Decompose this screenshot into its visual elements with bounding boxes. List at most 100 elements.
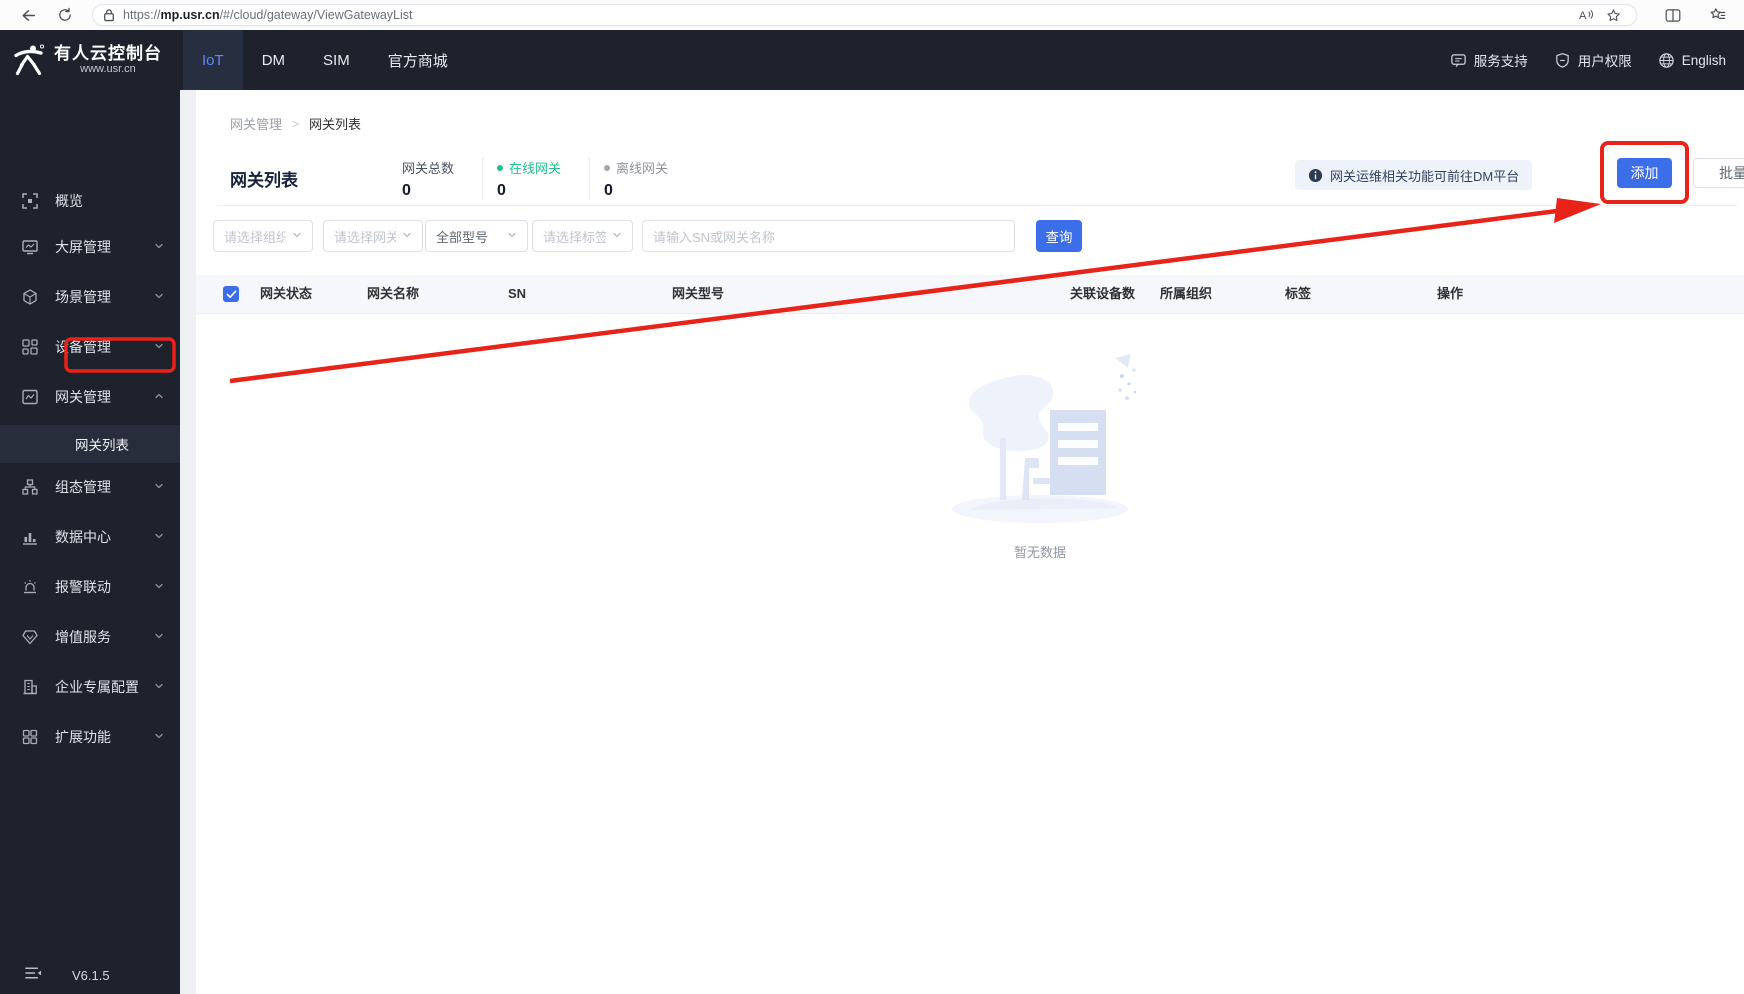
logo-subtitle: www.usr.cn [80, 63, 136, 75]
stat-label: 网关总数 [402, 161, 455, 176]
chevron-down-icon [154, 288, 164, 306]
sidebar-collapse-icon[interactable] [25, 966, 42, 985]
enterprise-icon [21, 678, 39, 696]
nav-tab-sim[interactable]: SIM [304, 30, 369, 90]
chevron-down-icon [507, 227, 517, 245]
chevron-down-icon [612, 227, 622, 245]
favorite-star-icon[interactable] [1600, 5, 1626, 25]
address-bar[interactable]: https://mp.usr.cn/#/cloud/gateway/ViewGa… [92, 4, 1637, 26]
overview-icon [21, 192, 39, 210]
header-item-服务支持[interactable]: 服务支持 [1450, 50, 1528, 70]
collections-icon[interactable] [1703, 2, 1731, 28]
filter-select-请选择组织[interactable]: 请选择组织 [213, 220, 313, 252]
filter-select-全部型号[interactable]: 全部型号 [425, 220, 528, 252]
status-dot [497, 164, 504, 171]
filter-placeholder: 请输入SN或网关名称 [653, 229, 776, 245]
url-text: https://mp.usr.cn/#/cloud/gateway/ViewGa… [123, 8, 413, 22]
version-label: V6.1.5 [72, 967, 110, 983]
column-header-标签: 标签 [1285, 286, 1312, 301]
alarm-icon [21, 578, 39, 596]
nav-tab-官方商城[interactable]: 官方商城 [369, 30, 467, 90]
batch-add-button[interactable]: 批量添加 [1693, 158, 1744, 188]
add-button[interactable]: 添加 [1617, 158, 1672, 188]
notice-text: 网关运维相关功能可前往DM平台 [1330, 168, 1520, 184]
logo[interactable]: 有人云控制台 www.usr.cn [12, 30, 162, 90]
nav-tab-iot[interactable]: IoT [183, 30, 243, 90]
stat-value: 0 [497, 182, 506, 199]
select-all-checkbox[interactable] [223, 286, 239, 302]
split-screen-icon[interactable] [1659, 2, 1687, 28]
sidebar-item-数据中心[interactable]: 数据中心 [0, 512, 180, 562]
nav-tab-dm[interactable]: DM [243, 30, 304, 90]
back-icon[interactable] [12, 2, 42, 28]
header-item-label: 服务支持 [1473, 54, 1528, 69]
filter-select-请选择网关状态[interactable]: 请选择网关状态 [323, 220, 423, 252]
filter-placeholder: 请选择网关状态 [334, 229, 396, 245]
chevron-down-icon [154, 578, 164, 596]
breadcrumb-item-网关管理[interactable]: 网关管理 [230, 114, 282, 133]
filter-input-请输入SN或网关名称[interactable]: 请输入SN或网关名称 [642, 220, 1015, 252]
sidebar-item-报警联动[interactable]: 报警联动 [0, 562, 180, 612]
chevron-down-icon [154, 728, 164, 746]
lock-icon [103, 8, 115, 22]
chevron-down-icon [154, 478, 164, 496]
filter-select-请选择标签[interactable]: 请选择标签 [532, 220, 633, 252]
sidebar-item-label: 增值服务 [55, 629, 111, 645]
stat-label: 离线网关 [616, 161, 669, 176]
page: https://mp.usr.cn/#/cloud/gateway/ViewGa… [0, 0, 1744, 994]
browser-toolbar: https://mp.usr.cn/#/cloud/gateway/ViewGa… [0, 0, 1744, 31]
data-icon [21, 528, 39, 546]
content-gutter [180, 90, 196, 994]
config-icon [21, 478, 39, 496]
chat-icon [1450, 52, 1467, 69]
sidebar-item-label: 报警联动 [55, 579, 111, 595]
sidebar-item-网关管理[interactable]: 网关管理 [0, 372, 180, 422]
globe-icon [1658, 52, 1675, 69]
sidebar-item-组态管理[interactable]: 组态管理 [0, 462, 180, 512]
extension-icon [21, 728, 39, 746]
column-header-所属组织: 所属组织 [1160, 286, 1213, 301]
sidebar-item-大屏管理[interactable]: 大屏管理 [0, 222, 180, 272]
shield-icon [1554, 52, 1571, 69]
header-item-label: 用户权限 [1577, 54, 1632, 69]
info-icon [1308, 168, 1323, 183]
sidebar-item-概览[interactable]: 概览 [0, 176, 180, 226]
sidebar-item-label: 设备管理 [55, 339, 111, 355]
sidebar-item-label: 场景管理 [55, 289, 111, 305]
sidebar-item-扩展功能[interactable]: 扩展功能 [0, 712, 180, 762]
sidebar-item-企业专属配置[interactable]: 企业专属配置 [0, 662, 180, 712]
dm-platform-notice: 网关运维相关功能可前往DM平台 [1295, 160, 1533, 190]
device-icon [21, 338, 39, 356]
screen-icon [21, 238, 39, 256]
sidebar-item-场景管理[interactable]: 场景管理 [0, 272, 180, 322]
chevron-down-icon [402, 227, 412, 245]
header-item-用户权限[interactable]: 用户权限 [1554, 50, 1632, 70]
empty-text: 暂无数据 [1013, 545, 1066, 560]
sidebar-item-label: 网关管理 [55, 389, 111, 405]
sidebar-item-设备管理[interactable]: 设备管理 [0, 322, 180, 372]
header-right: 服务支持 用户权限 English [1450, 30, 1726, 90]
column-header-SN: SN [508, 286, 527, 301]
chevron-down-icon [154, 528, 164, 546]
chevron-down-icon [154, 628, 164, 646]
table-header-row: 网关状态 网关名称 SN 网关型号 关联设备数 所属组织 标签 操作 [196, 275, 1744, 314]
stat-value: 0 [402, 182, 411, 199]
filter-value: 全部型号 [436, 229, 489, 245]
stat-label: 在线网关 [509, 161, 562, 176]
chevron-down-icon [154, 338, 164, 356]
sidebar-subitem-网关列表[interactable]: 网关列表 [0, 425, 180, 463]
header-item-English[interactable]: English [1658, 52, 1726, 69]
gateway-icon [21, 388, 39, 406]
read-aloud-icon[interactable]: A [1574, 5, 1600, 25]
logo-title: 有人云控制台 [54, 44, 162, 63]
sidebar-item-增值服务[interactable]: 增值服务 [0, 612, 180, 662]
stat-离线网关: 离线网关 0 [589, 158, 696, 200]
page-title: 网关列表 [230, 171, 298, 190]
search-button[interactable]: 查询 [1036, 220, 1082, 252]
chevron-down-icon [154, 238, 164, 256]
svg-text:A: A [1579, 10, 1587, 22]
header-item-label: English [1681, 52, 1726, 68]
refresh-icon[interactable] [50, 2, 80, 28]
status-dot [604, 164, 611, 171]
chevron-down-icon [292, 227, 302, 245]
